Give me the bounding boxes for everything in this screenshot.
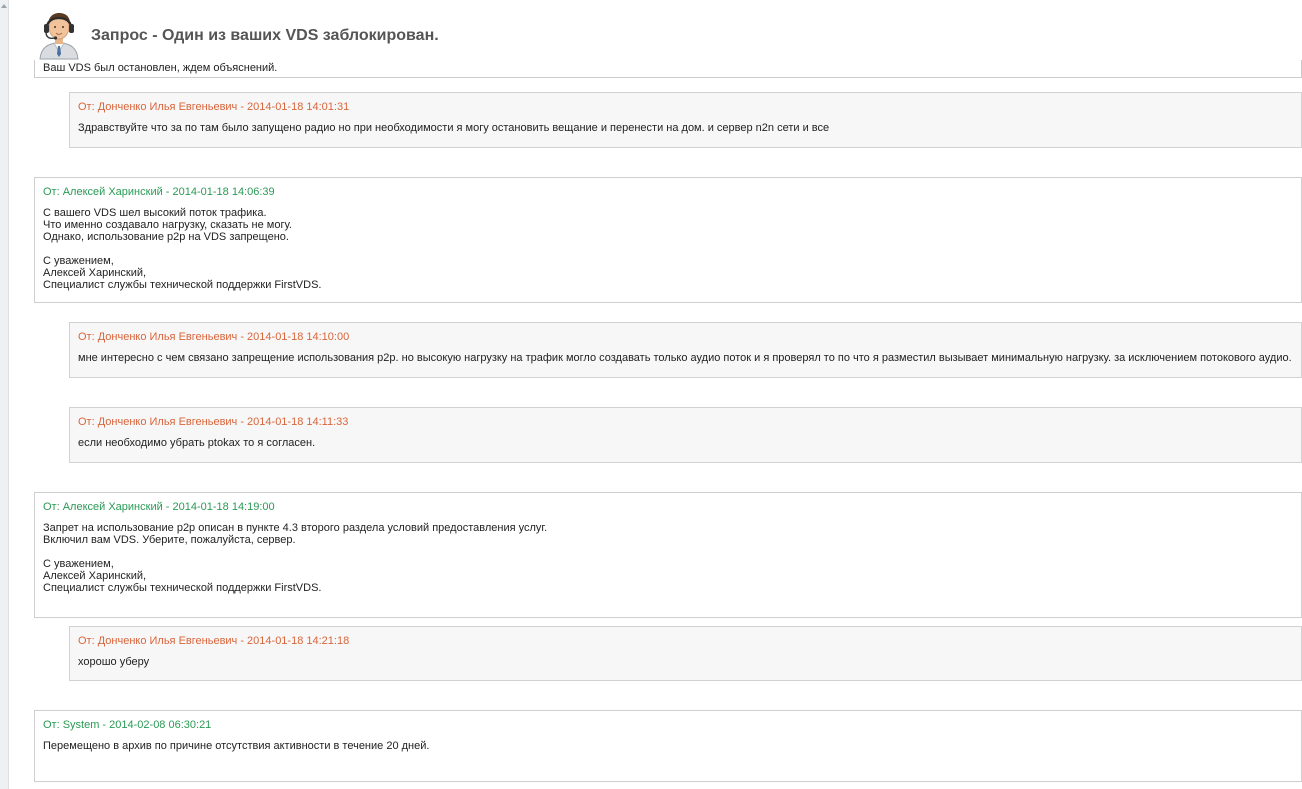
message-author-date: От: Донченко Илья Евгеньевич - 2014-01-1…: [78, 331, 350, 343]
page-title: Запрос - Один из ваших VDS заблокирован.: [91, 27, 439, 44]
message-author-date: От: Донченко Илья Евгеньевич - 2014-01-1…: [78, 101, 350, 113]
message-card-client: От: Донченко Илья Евгеньевич - 2014-01-1…: [69, 626, 1302, 681]
page-header: Запрос - Один из ваших VDS заблокирован.: [36, 10, 439, 60]
message-body: Перемещено в архив по причине отсутствия…: [43, 740, 430, 752]
message-card-support: От: Алексей Харинский - 2014-01-18 14:06…: [34, 177, 1302, 303]
message-body: С вашего VDS шел высокий поток трафика. …: [43, 207, 322, 291]
message-body: Запрет на использование p2p описан в пун…: [43, 522, 548, 594]
message-body: если необходимо убрать ptokax то я согла…: [78, 437, 316, 449]
left-panel-strip: [0, 0, 9, 789]
message-card-support: От: Алексей Харинский - 2014-01-18 14:19…: [34, 492, 1302, 618]
message-author-date: От: Донченко Илья Евгеньевич - 2014-01-1…: [78, 635, 350, 647]
message-author-date: От: Алексей Харинский - 2014-01-18 14:06…: [43, 186, 275, 198]
message-card-client: От: Донченко Илья Евгеньевич - 2014-01-1…: [69, 92, 1302, 148]
message-body: мне интересно с чем связано запрещение и…: [78, 352, 1292, 364]
ticket-thread[interactable]: Ваш VDS был остановлен, ждем объяснений.…: [34, 60, 1302, 789]
message-body: Ваш VDS был остановлен, ждем объяснений.: [43, 62, 278, 74]
message-author-date: От: System - 2014-02-08 06:30:21: [43, 719, 212, 731]
message-card: Ваш VDS был остановлен, ждем объяснений.: [34, 60, 1302, 78]
message-card-client: От: Донченко Илья Евгеньевич - 2014-01-1…: [69, 407, 1302, 463]
message-body: Здравствуйте что за по там было запущено…: [78, 122, 830, 134]
message-card-system: От: System - 2014-02-08 06:30:21 Перемещ…: [34, 710, 1302, 782]
message-author-date: От: Алексей Харинский - 2014-01-18 14:19…: [43, 501, 275, 513]
collapse-arrow-icon[interactable]: [1, 4, 7, 8]
message-author-date: От: Донченко Илья Евгеньевич - 2014-01-1…: [78, 416, 349, 428]
message-body: хорошо уберу: [78, 656, 150, 668]
support-operator-icon: [36, 10, 82, 60]
message-card-client: От: Донченко Илья Евгеньевич - 2014-01-1…: [69, 322, 1302, 378]
